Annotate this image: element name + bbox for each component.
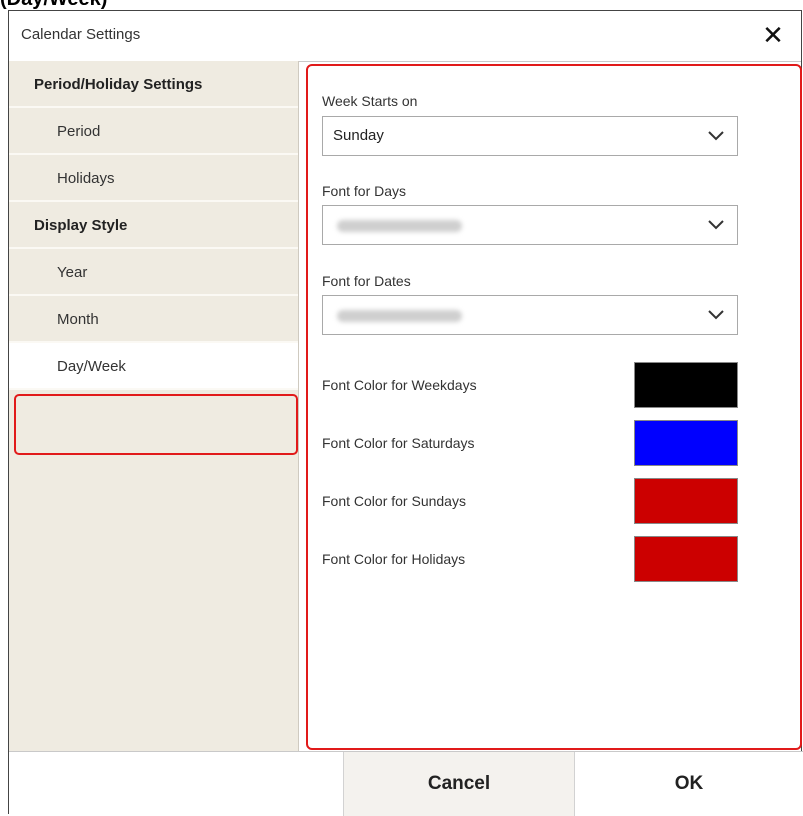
holidays-color-row: Font Color for Holidays [322, 536, 738, 582]
font-for-days-select[interactable] [322, 205, 738, 245]
partial-heading-text: (Day/Week) [0, 0, 107, 10]
dialog-titlebar: Calendar Settings ✕ [9, 11, 801, 62]
font-for-dates-label: Font for Dates [322, 273, 411, 289]
holidays-color-swatch[interactable] [634, 536, 738, 582]
sidebar-item-label: Month [57, 311, 99, 328]
sidebar-item-label: Display Style [34, 217, 128, 234]
chevron-down-icon [708, 220, 724, 230]
saturdays-color-swatch[interactable] [634, 420, 738, 466]
font-for-dates-select[interactable] [322, 295, 738, 335]
sidebar-item-year[interactable]: Year [9, 249, 298, 296]
sidebar-item-holidays[interactable]: Holidays [9, 155, 298, 202]
ok-button[interactable]: OK [576, 752, 802, 816]
sidebar-item-label: Day/Week [57, 358, 126, 375]
weekdays-color-swatch[interactable] [634, 362, 738, 408]
sundays-color-label: Font Color for Sundays [322, 493, 466, 509]
sundays-color-row: Font Color for Sundays [322, 478, 738, 524]
weekdays-color-label: Font Color for Weekdays [322, 377, 477, 393]
sidebar-item-period[interactable]: Period [9, 108, 298, 155]
sidebar-item-label: Period [57, 123, 101, 140]
sidebar-item-month[interactable]: Month [9, 296, 298, 343]
close-icon[interactable]: ✕ [759, 21, 787, 49]
settings-panel: Week Starts on Sunday Font for Days Font… [306, 64, 802, 750]
font-for-days-value-redacted [337, 220, 462, 232]
settings-sidebar: Period/Holiday Settings Period Holidays … [9, 61, 299, 766]
sidebar-item-period-holiday-settings[interactable]: Period/Holiday Settings [9, 61, 298, 108]
cancel-button[interactable]: Cancel [343, 752, 575, 816]
holidays-color-label: Font Color for Holidays [322, 551, 466, 567]
sidebar-item-label: Period/Holiday Settings [34, 76, 203, 93]
saturdays-color-row: Font Color for Saturdays [322, 420, 738, 466]
calendar-settings-dialog: Calendar Settings ✕ Period/Holiday Setti… [8, 10, 803, 816]
week-starts-select[interactable]: Sunday [322, 116, 738, 156]
sidebar-item-label: Holidays [57, 170, 115, 187]
chevron-down-icon [708, 310, 724, 320]
sidebar-item-display-style[interactable]: Display Style [9, 202, 298, 249]
saturdays-color-label: Font Color for Saturdays [322, 435, 475, 451]
font-for-days-label: Font for Days [322, 183, 407, 199]
sidebar-item-day-week[interactable]: Day/Week [9, 343, 298, 390]
partial-heading: (Day/Week) [0, 0, 803, 10]
weekdays-color-row: Font Color for Weekdays [322, 362, 738, 408]
chevron-down-icon [708, 131, 724, 141]
selection-highlight-frame [14, 394, 298, 455]
sidebar-item-label: Year [57, 264, 88, 281]
dialog-title: Calendar Settings [21, 26, 141, 43]
dialog-footer: Cancel OK [9, 751, 803, 816]
week-starts-label: Week Starts on [322, 93, 418, 109]
week-starts-value: Sunday [333, 127, 384, 144]
font-for-dates-value-redacted [337, 310, 462, 322]
sundays-color-swatch[interactable] [634, 478, 738, 524]
